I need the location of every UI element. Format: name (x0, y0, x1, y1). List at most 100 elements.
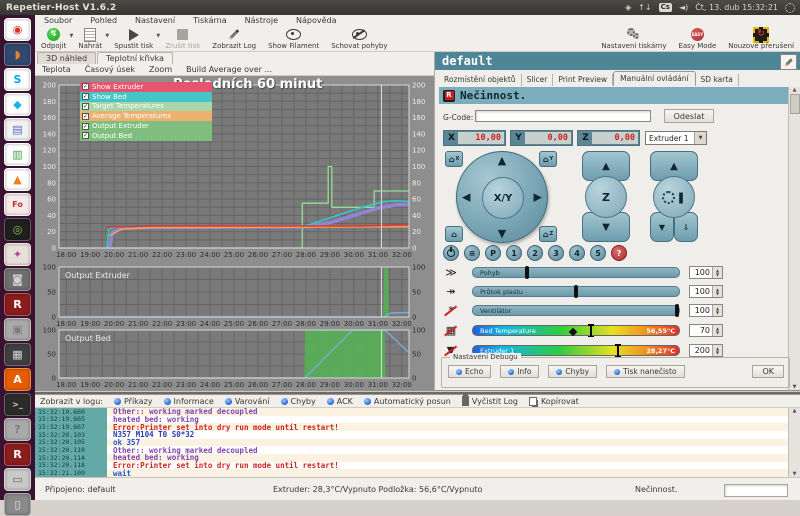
menu-nastroje[interactable]: Nástroje (236, 16, 287, 25)
checkbox-icon[interactable]: ✓ (82, 93, 89, 100)
launcher-icon-help-app[interactable]: ? (4, 418, 31, 441)
chevron-down-icon[interactable]: ▼ (694, 132, 706, 144)
show-filament-button[interactable]: Show Filament (262, 26, 325, 50)
preset-3-button[interactable]: 3 (548, 245, 564, 261)
spinner-arrows-icon[interactable]: ▲▼ (712, 286, 722, 297)
xy-center-button[interactable]: X/Y (482, 177, 524, 219)
preset-4-button[interactable]: 4 (569, 245, 585, 261)
extrude-center-button[interactable]: ❚ (653, 176, 695, 218)
preset-1-button[interactable]: 1 (506, 245, 522, 261)
jog-y-minus-icon[interactable]: ▼ (498, 227, 506, 240)
tab-rozmisteni-objektu[interactable]: Rozmístění objektů (439, 74, 522, 86)
flowrate-slider[interactable]: Průtok plastu (472, 286, 680, 297)
home-all-button[interactable]: ⌂ (445, 226, 463, 242)
clock[interactable]: Čt, 13. dub 15:32:21 (695, 3, 778, 12)
help-button[interactable]: ? (611, 245, 627, 261)
launcher-icon-kodi[interactable]: ◆ (4, 93, 31, 116)
checkbox-icon[interactable]: ✓ (82, 123, 89, 130)
filter-ack[interactable]: ACK (327, 397, 353, 406)
chart-menu-teplota[interactable]: Teplota (35, 65, 78, 74)
spinner-arrows-icon[interactable]: ▲▼ (712, 305, 722, 316)
legend-item-3[interactable]: ✓Average Temperatures (80, 111, 212, 121)
filter-prikazy[interactable]: Příkazy (114, 397, 153, 406)
edit-printer-button[interactable] (780, 54, 797, 70)
launcher-icon-a-app[interactable]: A (4, 368, 31, 391)
checkbox-icon[interactable]: ✓ (82, 113, 89, 120)
bed-temp-slider[interactable]: Bed Temperature 56,55°C (472, 325, 680, 336)
home-x-button[interactable]: ⌂X (445, 151, 463, 167)
launcher-icon-graphics-app[interactable]: ✦ (4, 243, 31, 266)
ok-button[interactable]: OK (752, 365, 784, 378)
chart-menu-zoom[interactable]: Zoom (142, 65, 179, 74)
slider-handle[interactable] (675, 304, 679, 317)
session-gear-icon[interactable] (785, 3, 795, 13)
volume-icon[interactable]: ◄) (679, 3, 688, 12)
printer-settings-button[interactable]: Nastavení tiskárny (595, 26, 672, 50)
launcher-icon-calculator[interactable]: ▦ (4, 343, 31, 366)
menu-napoveda[interactable]: Nápověda (287, 16, 346, 25)
send-button[interactable]: Odeslat (664, 109, 714, 123)
hide-travel-button[interactable]: Schovat pohyby (325, 26, 393, 50)
extruder-temp-spinbox[interactable]: 200 ▲▼ (689, 344, 723, 357)
home-y-button[interactable]: ⌂Y (539, 151, 557, 167)
z-center-button[interactable]: Z (585, 176, 627, 218)
chart-menu-casovy-usek[interactable]: Časový úsek (78, 65, 142, 74)
filter-chyby[interactable]: Chyby (281, 397, 316, 406)
slider-handle[interactable] (617, 344, 619, 357)
filter-autoscroll[interactable]: Automatický posun (364, 397, 451, 406)
home-z-button[interactable]: ⌂Z (539, 226, 557, 242)
show-log-button[interactable]: Zobrazit Log (206, 26, 262, 50)
jog-y-plus-icon[interactable]: ▲ (498, 154, 506, 167)
launcher-icon-libreoffice[interactable]: ▥ (4, 143, 31, 166)
checkbox-icon[interactable]: ✓ (82, 83, 89, 90)
launcher-icon-fontforge[interactable]: Fo (4, 193, 31, 216)
filter-informace[interactable]: Informace (164, 397, 214, 406)
filter-varovani[interactable]: Varování (225, 397, 270, 406)
slider-handle[interactable] (525, 266, 529, 279)
fan-spinbox[interactable]: 100 ▲▼ (689, 304, 723, 317)
keyboard-indicator[interactable]: Cs (659, 3, 672, 12)
preset-2-button[interactable]: 2 (527, 245, 543, 261)
launcher-icon-photo-tool[interactable]: ◙ (4, 268, 31, 291)
menu-pohled[interactable]: Pohled (81, 16, 126, 25)
spinner-arrows-icon[interactable]: ▲▼ (712, 267, 722, 278)
motors-off-button[interactable]: ≡ (464, 245, 480, 261)
legend-item-5[interactable]: ✓Output Bed (80, 131, 212, 141)
menu-soubor[interactable]: Soubor (35, 16, 81, 25)
network-icon[interactable]: ↑↓ (638, 3, 651, 12)
spinner-arrows-icon[interactable]: ▲▼ (712, 325, 722, 336)
tab-sd-karta[interactable]: SD karta (696, 74, 739, 86)
jog-x-plus-icon[interactable]: ▶ (534, 191, 542, 204)
launcher-icon-terminal[interactable]: >_ (4, 393, 31, 416)
info-toggle[interactable]: Info (500, 365, 539, 378)
menu-nastaveni[interactable]: Nastavení (126, 16, 184, 25)
disconnect-button[interactable]: ↯ Odpojit ▼ (35, 26, 72, 50)
gcode-input[interactable] (475, 110, 651, 122)
extruder-select[interactable]: Extruder 1 ▼ (645, 131, 707, 145)
clear-log-button[interactable]: Vyčistit Log (462, 396, 518, 406)
legend-item-0[interactable]: ✓Show Extruder (80, 82, 212, 92)
scroll-up-ic[interactable]: ▲ (793, 408, 797, 414)
power-button[interactable] (443, 245, 459, 261)
launcher-icon-package-app[interactable]: ▣ (4, 318, 31, 341)
tab-3d-nahled[interactable]: 3D náhled (37, 52, 96, 64)
checkbox-icon[interactable]: ✓ (82, 103, 89, 110)
easy-mode-button[interactable]: EASY Easy Mode (672, 26, 722, 50)
checkbox-icon[interactable]: ✓ (82, 132, 89, 139)
launcher-icon-media-app[interactable]: ◎ (4, 218, 31, 241)
spinner-arrows-icon[interactable]: ▲▼ (712, 345, 722, 356)
menu-tiskarna[interactable]: Tiskárna (184, 16, 236, 25)
xy-jog-pad[interactable]: ▲ ▼ ◀ ▶ X/Y (456, 151, 548, 243)
dry-run-toggle[interactable]: Tisk nanečisto (606, 365, 684, 378)
scroll-down-icon[interactable]: ▼ (793, 384, 797, 390)
tab-manualni-ovladani[interactable]: Manuální ovládání (613, 71, 695, 86)
bed-temp-spinbox[interactable]: 70 ▲▼ (689, 324, 723, 337)
slider-handle[interactable] (590, 324, 592, 337)
launcher-icon-chrome[interactable]: ◉ (4, 18, 31, 41)
errors-toggle[interactable]: Chyby (548, 365, 597, 378)
tab-print-preview[interactable]: Print Preview (553, 74, 613, 86)
slider-handle[interactable] (574, 285, 578, 298)
emergency-stop-button[interactable]: ↻ Nouzové přerušení (722, 26, 800, 50)
legend-item-4[interactable]: ✓Output Extruder (80, 121, 212, 131)
scroll-thumb[interactable] (790, 94, 800, 114)
